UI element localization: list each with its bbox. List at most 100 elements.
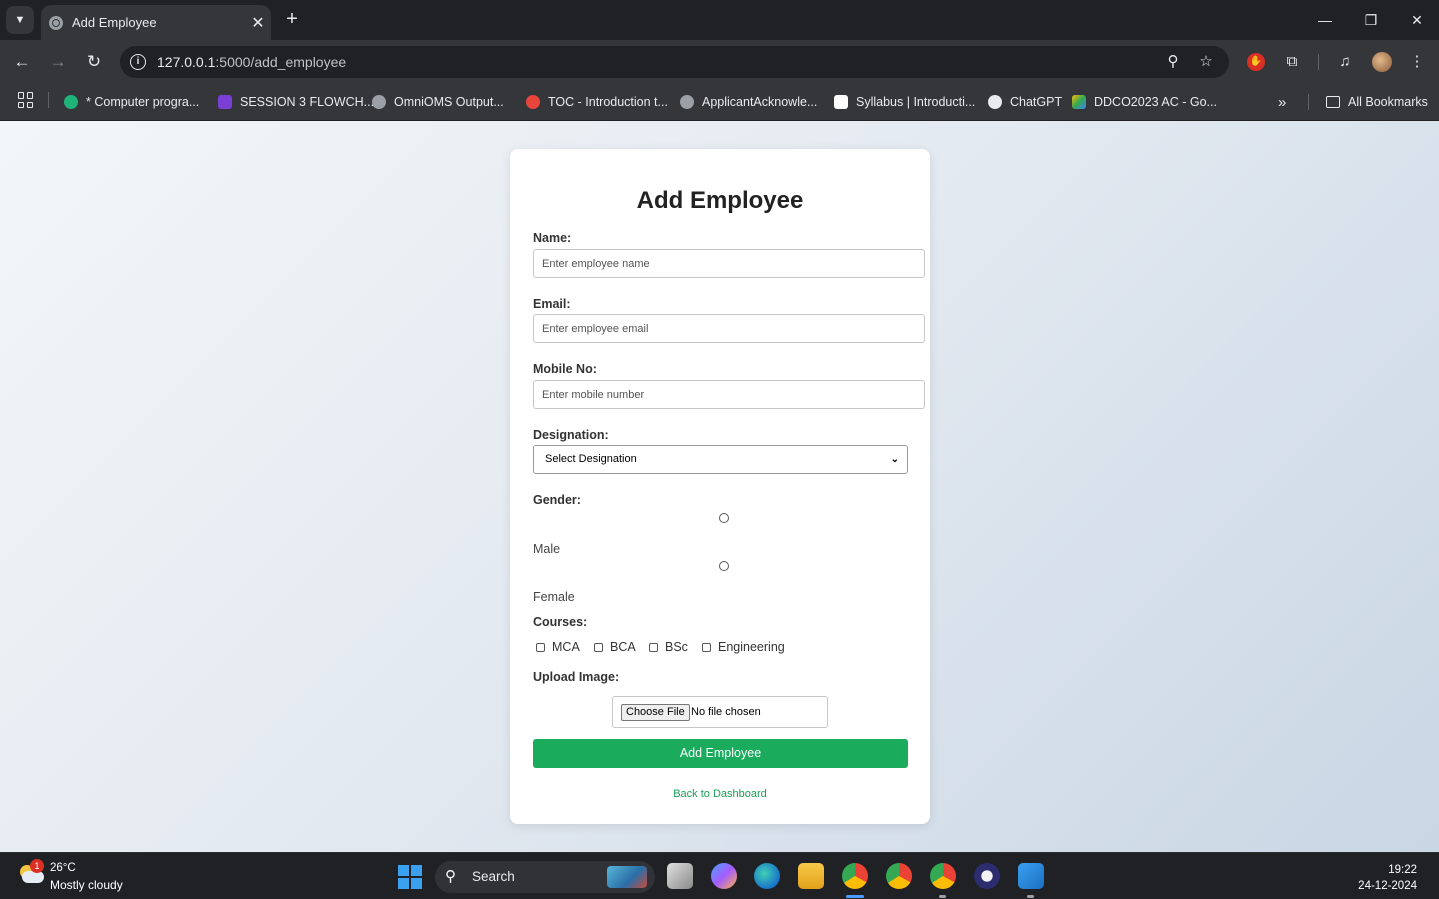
- edge-icon[interactable]: [754, 863, 780, 889]
- active-app-indicator: [846, 895, 864, 898]
- running-app-indicator: [939, 895, 946, 898]
- globe-icon: [49, 15, 63, 30]
- chrome-icon[interactable]: [842, 863, 868, 889]
- address-bar[interactable]: i 127.0.0.1:5000/add_employee ⚲ ☆: [120, 46, 1229, 78]
- page-viewport: Add Employee Name: Email: Mobile No: Des…: [0, 121, 1439, 852]
- bookmark-label: SESSION 3 FLOWCH...: [240, 95, 375, 109]
- folder-icon: [1326, 96, 1340, 108]
- mobile-label: Mobile No:: [533, 362, 597, 376]
- bookmark-favicon: [218, 95, 232, 109]
- bookmark-item[interactable]: TOC - Introduction t...: [526, 92, 668, 112]
- copilot-icon[interactable]: [711, 863, 737, 889]
- course-checkbox-mca[interactable]: [536, 643, 545, 652]
- globe-icon: [680, 95, 694, 109]
- bookmark-star-icon[interactable]: ☆: [1195, 52, 1217, 72]
- designation-label: Designation:: [533, 428, 609, 442]
- email-input[interactable]: [533, 314, 925, 343]
- bookmark-item[interactable]: ChatGPT: [988, 92, 1062, 112]
- eclipse-icon[interactable]: [974, 863, 1000, 889]
- name-input[interactable]: [533, 249, 925, 278]
- clock-date: 24-12-2024: [1358, 880, 1417, 892]
- bookmark-label: * Computer progra...: [86, 95, 200, 109]
- bookmark-item[interactable]: OmniOMS Output...: [372, 92, 504, 112]
- drive-icon: [1072, 95, 1086, 109]
- bookmark-item[interactable]: DDCO2023 AC - Go...: [1072, 92, 1217, 112]
- weather-condition[interactable]: Mostly cloudy: [50, 878, 123, 892]
- profile-avatar[interactable]: [1372, 52, 1392, 72]
- page-title: Add Employee: [636, 187, 804, 214]
- tab-close-button[interactable]: ✕: [245, 13, 271, 33]
- start-button[interactable]: [398, 865, 422, 889]
- close-window-button[interactable]: ✕: [1402, 8, 1432, 32]
- task-view-icon[interactable]: [667, 863, 693, 889]
- designation-select[interactable]: Select Designation ⌄: [533, 445, 908, 474]
- clock-time: 19:22: [1388, 864, 1417, 876]
- url-text[interactable]: 127.0.0.1:5000/add_employee: [157, 54, 346, 70]
- course-checkbox-bca[interactable]: [594, 643, 603, 652]
- bookmark-item[interactable]: Syllabus | Introducti...: [834, 92, 975, 112]
- extensions-puzzle-icon[interactable]: ⧉: [1281, 51, 1303, 73]
- chrome-profile-icon[interactable]: [930, 863, 956, 889]
- all-bookmarks-label: All Bookmarks: [1348, 95, 1428, 109]
- globe-icon: [372, 95, 386, 109]
- bookmark-label: DDCO2023 AC - Go...: [1094, 95, 1217, 109]
- active-tab[interactable]: Add Employee ✕: [41, 5, 271, 40]
- add-employee-button[interactable]: Add Employee: [533, 739, 908, 768]
- chevron-down-icon: ▼: [14, 14, 26, 26]
- gender-radio-male[interactable]: [719, 513, 729, 523]
- weather-notification-badge: 1: [30, 859, 44, 873]
- bookmark-label: OmniOMS Output...: [394, 95, 504, 109]
- back-button[interactable]: ←: [9, 49, 35, 75]
- taskbar: 1 26°C Mostly cloudy ⚲ Search 19:22 24-1…: [0, 852, 1439, 899]
- menu-kebab-icon[interactable]: ⋮: [1406, 51, 1428, 73]
- more-bookmarks-button[interactable]: »: [1278, 92, 1286, 112]
- bookmark-label: Syllabus | Introducti...: [856, 95, 976, 109]
- arrow-right-icon: →: [49, 52, 67, 71]
- course-checkbox-engineering[interactable]: [702, 643, 711, 652]
- taskbar-search[interactable]: ⚲ Search: [435, 861, 655, 893]
- image-file-input[interactable]: Choose File No file chosen: [612, 696, 828, 728]
- media-control-icon[interactable]: ♫: [1334, 51, 1356, 73]
- url-path: :5000/add_employee: [215, 54, 347, 70]
- file-explorer-icon[interactable]: [798, 863, 824, 889]
- bookmark-item[interactable]: SESSION 3 FLOWCH...: [218, 92, 374, 112]
- weather-temperature[interactable]: 26°C: [50, 862, 76, 874]
- all-bookmarks-button[interactable]: All Bookmarks: [1326, 92, 1428, 112]
- minimize-button[interactable]: —: [1310, 8, 1340, 32]
- extension-icon[interactable]: ✋: [1247, 53, 1265, 71]
- mobile-input[interactable]: [533, 380, 925, 409]
- search-label: Search: [472, 869, 515, 884]
- new-tab-button[interactable]: +: [281, 8, 303, 30]
- choose-file-button[interactable]: Choose File: [621, 704, 690, 721]
- vscode-icon[interactable]: [1018, 863, 1044, 889]
- running-app-indicator: [1027, 895, 1034, 898]
- search-icon: ⚲: [445, 868, 456, 885]
- chatgpt-icon: [988, 95, 1002, 109]
- course-label-bsc: BSc: [665, 640, 688, 654]
- bookmark-favicon: [834, 95, 848, 109]
- chrome-profile-icon[interactable]: [886, 863, 912, 889]
- gender-radio-female[interactable]: [719, 561, 729, 571]
- designation-selected-value: Select Designation: [545, 453, 637, 465]
- bookmark-label: ChatGPT: [1010, 95, 1063, 109]
- upload-image-label: Upload Image:: [533, 670, 620, 684]
- back-to-dashboard-link[interactable]: Back to Dashboard: [510, 788, 930, 800]
- toolbar-divider: [1318, 54, 1319, 70]
- gender-option-male: Male: [533, 542, 561, 556]
- zoom-icon[interactable]: ⚲: [1162, 52, 1184, 72]
- bookmark-item[interactable]: * Computer progra...: [64, 92, 199, 112]
- browser-toolbar: ← → ↻ i 127.0.0.1:5000/add_employee ⚲ ☆ …: [0, 40, 1439, 84]
- site-info-icon[interactable]: i: [130, 54, 146, 70]
- bookmarks-divider: [1308, 94, 1309, 110]
- bookmark-favicon: [64, 95, 78, 109]
- tab-search-button[interactable]: ▼: [6, 6, 34, 34]
- course-checkbox-bsc[interactable]: [649, 643, 658, 652]
- reload-button[interactable]: ↻: [81, 49, 107, 75]
- system-clock[interactable]: 19:22 24-12-2024: [1358, 862, 1417, 894]
- forward-button[interactable]: →: [45, 49, 71, 75]
- bookmark-label: ApplicantAcknowle...: [702, 95, 818, 109]
- bookmark-item[interactable]: ApplicantAcknowle...: [680, 92, 817, 112]
- restore-button[interactable]: ❐: [1356, 8, 1386, 32]
- apps-grid-icon[interactable]: [18, 92, 34, 108]
- bookmarks-bar: * Computer progra... SESSION 3 FLOWCH...…: [0, 84, 1439, 121]
